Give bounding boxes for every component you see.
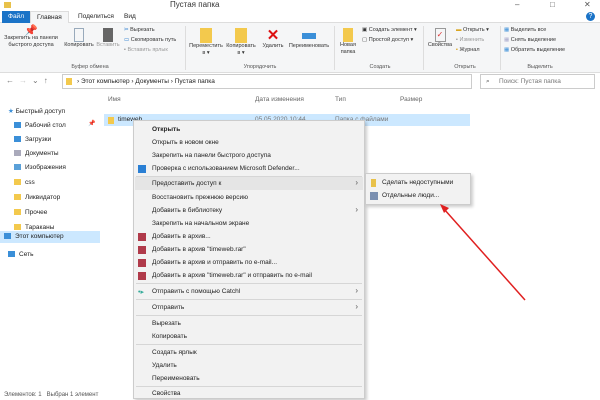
selected-count: Выбран 1 элемент: [46, 392, 99, 398]
red-arrow-annotation: [440, 204, 526, 301]
status-bar: Элементов: 1 Выбран 1 элемент: [4, 392, 98, 398]
item-count: Элементов: 1: [4, 392, 42, 398]
